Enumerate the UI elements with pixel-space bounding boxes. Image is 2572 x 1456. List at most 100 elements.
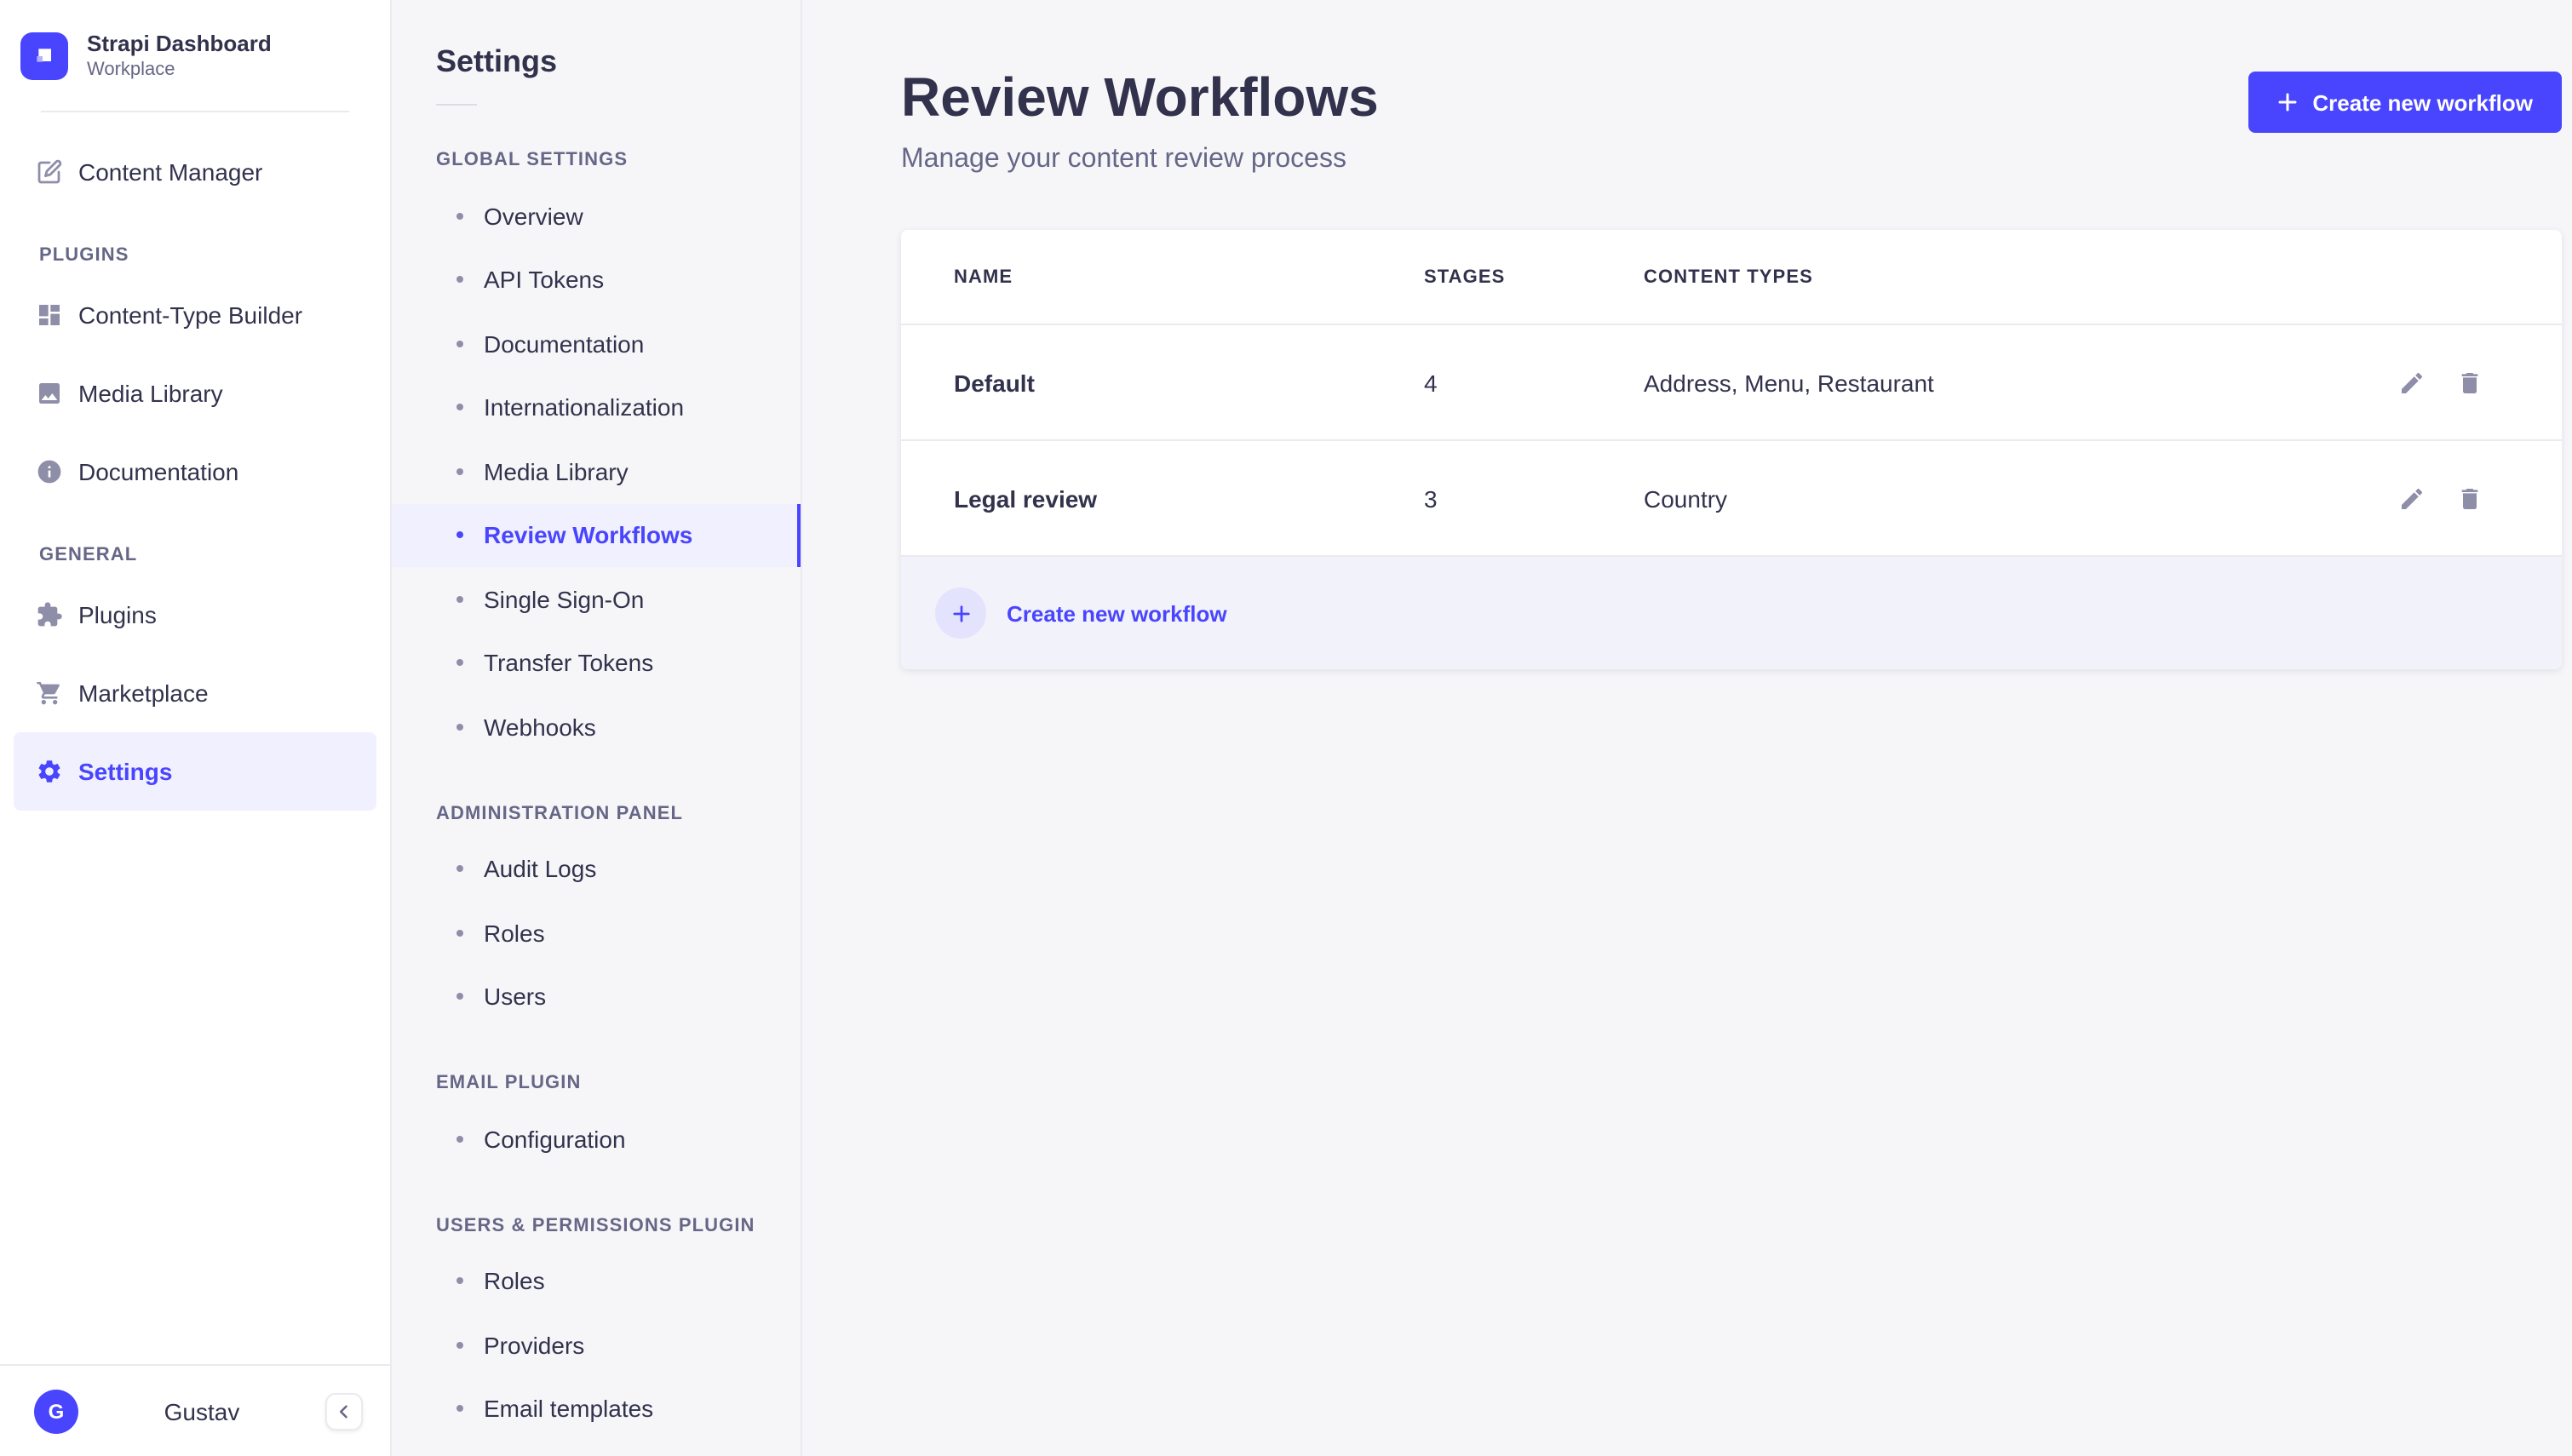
bullet-icon — [456, 404, 463, 411]
sidebar-item-plugins[interactable]: Plugins — [14, 575, 376, 653]
edit-workflow-button[interactable] — [2398, 369, 2426, 396]
workflow-content-types: Address, Menu, Restaurant — [1644, 369, 1934, 397]
settings-nav-item-up-roles[interactable]: Roles — [392, 1249, 801, 1313]
sidebar-item-content-manager[interactable]: Content Manager — [14, 132, 376, 210]
bullet-icon — [456, 531, 463, 539]
settings-nav-title: Settings — [436, 44, 558, 78]
settings-nav-item-label: Internationalization — [484, 393, 685, 421]
table-header-row: NAME STAGES CONTENT TYPES — [901, 230, 2562, 326]
workflow-content-types: Country — [1644, 484, 1728, 513]
settings-nav-item-label: Webhooks — [484, 713, 596, 741]
bullet-icon — [456, 1341, 463, 1349]
bullet-icon — [456, 1405, 463, 1413]
avatar[interactable]: G — [34, 1389, 78, 1433]
settings-nav-item-label: Media Library — [484, 457, 629, 485]
table-row[interactable]: Default 4 Address, Menu, Restaurant — [901, 325, 2562, 442]
bullet-icon — [456, 212, 463, 220]
settings-section-global: GLOBAL SETTINGS — [436, 150, 629, 170]
bullet-icon — [456, 467, 463, 475]
workspace-name: Workplace — [87, 60, 175, 81]
workflow-stages: 3 — [1424, 484, 1438, 513]
pencil-icon — [2398, 369, 2426, 396]
sidebar-item-settings[interactable]: Settings — [14, 731, 376, 811]
bullet-icon — [456, 993, 463, 1000]
settings-nav-item-label: Review Workflows — [484, 521, 693, 549]
settings-nav-item-label: Overview — [484, 202, 583, 230]
main-nav: Content Manager PLUGINS Content-Type Bui… — [0, 112, 390, 811]
bullet-icon — [456, 1277, 463, 1285]
settings-nav-item-label: Roles — [484, 919, 545, 947]
row-actions — [2340, 369, 2562, 396]
settings-nav-item-api-tokens[interactable]: API Tokens — [392, 248, 801, 312]
plus-circle-icon — [935, 588, 986, 639]
settings-nav-item-media-library[interactable]: Media Library — [392, 439, 801, 503]
sidebar-item-content-type-builder[interactable]: Content-Type Builder — [14, 275, 376, 353]
create-workflow-button[interactable]: Create new workflow — [2248, 72, 2562, 133]
info-icon — [36, 457, 63, 484]
settings-nav-item-review-workflows[interactable]: Review Workflows — [392, 503, 801, 567]
layout-grid-icon — [36, 301, 63, 328]
settings-nav-item-documentation[interactable]: Documentation — [392, 312, 801, 375]
workflow-name: Default — [954, 369, 1035, 397]
table-footer-create-workflow[interactable]: Create new workflow — [901, 557, 2562, 670]
settings-nav-item-email-templates[interactable]: Email templates — [392, 1377, 801, 1441]
image-icon — [36, 379, 63, 406]
delete-workflow-button[interactable] — [2456, 484, 2483, 512]
sidebar-item-label: Documentation — [78, 457, 239, 485]
settings-nav-item-internationalization[interactable]: Internationalization — [392, 375, 801, 439]
settings-nav-item-label: Documentation — [484, 330, 645, 358]
settings-section-admin-panel: ADMINISTRATION PANEL — [436, 803, 684, 823]
delete-workflow-button[interactable] — [2456, 369, 2483, 396]
bullet-icon — [456, 659, 463, 667]
settings-nav-item-single-sign-on[interactable]: Single Sign-On — [392, 567, 801, 631]
edit-workflow-button[interactable] — [2398, 484, 2426, 512]
nav-section-label-general: GENERAL — [39, 544, 138, 565]
settings-nav-item-label: Users — [484, 983, 547, 1011]
brand-text: Strapi Dashboard Workplace — [87, 31, 272, 83]
settings-nav-item-transfer-tokens[interactable]: Transfer Tokens — [392, 631, 801, 695]
workflows-table: NAME STAGES CONTENT TYPES Default 4 Addr… — [901, 230, 2562, 670]
bullet-icon — [456, 1135, 463, 1143]
sidebar-item-label: Content-Type Builder — [78, 301, 303, 329]
main-sidebar: Strapi Dashboard Workplace Content Manag… — [0, 0, 392, 1456]
cart-icon — [36, 679, 63, 706]
settings-nav-item-configuration[interactable]: Configuration — [392, 1107, 801, 1171]
sidebar-item-label: Media Library — [78, 379, 223, 407]
page-header-text: Review Workflows Manage your content rev… — [901, 67, 1379, 175]
settings-nav-item-audit-logs[interactable]: Audit Logs — [392, 837, 801, 901]
column-header-content-types: CONTENT TYPES — [1644, 267, 1813, 288]
sidebar-item-marketplace[interactable]: Marketplace — [14, 653, 376, 731]
edit-square-icon — [36, 158, 63, 185]
bullet-icon — [456, 595, 463, 603]
table-row[interactable]: Legal review 3 Country — [901, 441, 2562, 558]
sidebar-item-label: Plugins — [78, 600, 157, 628]
column-header-stages: STAGES — [1424, 267, 1506, 288]
sidebar-item-label: Content Manager — [78, 158, 263, 186]
settings-nav-item-providers[interactable]: Providers — [392, 1313, 801, 1377]
trash-icon — [2456, 484, 2483, 512]
plus-icon — [2276, 92, 2297, 112]
settings-nav-item-admin-roles[interactable]: Roles — [392, 901, 801, 965]
settings-nav-item-advanced-settings[interactable]: Advanced settings — [392, 1441, 801, 1456]
bullet-icon — [456, 865, 463, 873]
workflow-stages: 4 — [1424, 369, 1438, 397]
sidebar-item-media-library[interactable]: Media Library — [14, 353, 376, 432]
sidebar-footer: G Gustav — [0, 1364, 390, 1456]
footer-create-workflow-label: Create new workflow — [1007, 600, 1227, 627]
settings-nav-item-overview[interactable]: Overview — [392, 184, 801, 248]
pencil-icon — [2398, 484, 2426, 512]
collapse-sidebar-button[interactable] — [325, 1392, 363, 1430]
settings-nav-item-webhooks[interactable]: Webhooks — [392, 695, 801, 759]
settings-subnav: Settings GLOBAL SETTINGS Overview API To… — [392, 0, 802, 1456]
column-header-name: NAME — [954, 267, 1013, 288]
settings-nav-item-label: Providers — [484, 1331, 585, 1359]
settings-section-users-permissions: USERS & PERMISSIONS PLUGIN — [436, 1215, 755, 1235]
bullet-icon — [456, 723, 463, 731]
settings-nav-item-users[interactable]: Users — [392, 965, 801, 1029]
settings-nav-item-label: Audit Logs — [484, 855, 597, 883]
user-name: Gustav — [164, 1397, 240, 1424]
sidebar-item-documentation[interactable]: Documentation — [14, 432, 376, 510]
brand[interactable]: Strapi Dashboard Workplace — [0, 0, 390, 110]
gear-icon — [36, 757, 63, 784]
settings-nav-item-label: Roles — [484, 1267, 545, 1295]
